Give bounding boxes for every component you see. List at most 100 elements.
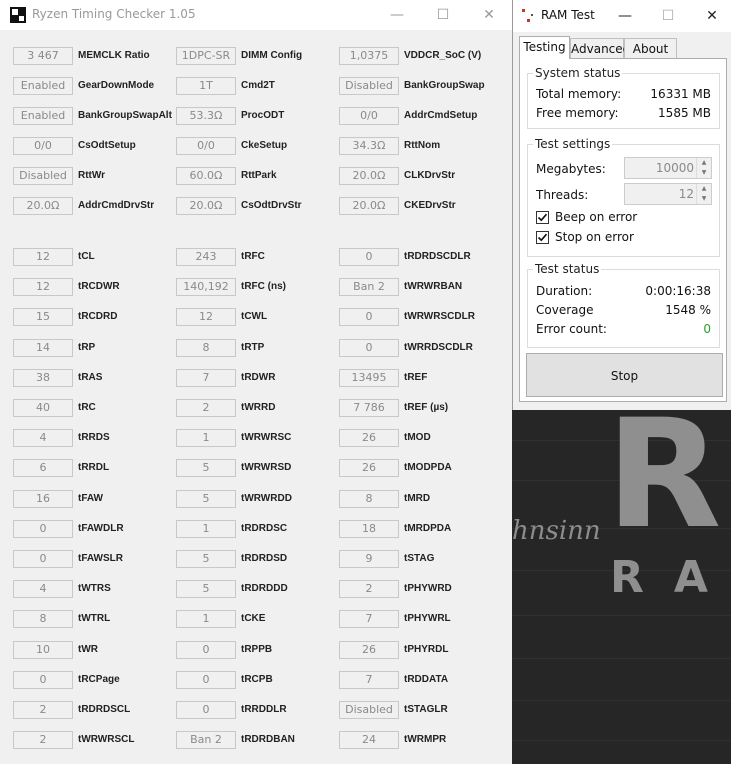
ram-test-app-icon (522, 9, 533, 22)
ram-test-window: RAM Test — ☐ ✕ Advanced About System sta… (512, 0, 731, 410)
timing-value-field: 0 (339, 308, 399, 326)
timing-value-field: 53.3Ω (176, 107, 236, 125)
timing-label: tRC (78, 402, 96, 413)
timing-label: tWTRL (78, 613, 111, 624)
error-count-label: Error count: (536, 322, 607, 336)
system-status-group: System status Total memory: 16331 MB Fre… (527, 66, 720, 129)
timing-value-field: 2 (339, 580, 399, 598)
wallpaper-ram-text: RAM (610, 552, 731, 603)
timing-label: tSTAG (404, 553, 435, 564)
timing-label: tWRWRSCL (78, 734, 135, 745)
timing-label: tWRWRSCDLR (404, 311, 475, 322)
timing-label: tCWL (241, 311, 268, 322)
timing-value-field: 243 (176, 248, 236, 266)
rtc-title: Ryzen Timing Checker 1.05 (32, 7, 196, 21)
timing-value-field: 15 (13, 308, 73, 326)
wallpaper-script-text: hnsinn (512, 516, 601, 546)
ryzen-timing-checker-window: Ryzen Timing Checker 1.05 — ☐ ✕ 3 467 MEM… (0, 0, 512, 764)
timing-value-field: 2 (13, 731, 73, 749)
timing-value-field: Enabled (13, 77, 73, 95)
timing-value-field: 13495 (339, 369, 399, 387)
timing-value-field: 8 (13, 610, 73, 628)
timing-value-field: 60.0Ω (176, 167, 236, 185)
stop-button[interactable]: Stop (526, 353, 723, 397)
total-memory-label: Total memory: (536, 87, 622, 101)
timing-value-field: 12 (13, 248, 73, 266)
megabytes-spinbox[interactable]: 10000 ▲ ▼ (624, 157, 712, 179)
timing-label: tRDRDBAN (241, 734, 295, 745)
megabytes-value: 10000 (655, 161, 694, 175)
timing-value-field: 4 (13, 429, 73, 447)
timing-value-field: 0/0 (339, 107, 399, 125)
ramtest-minimize-button[interactable]: — (605, 0, 645, 32)
timing-value-field: 0 (339, 339, 399, 357)
timing-label: AddrCmdSetup (404, 110, 478, 121)
timing-label: tWRRDSCDLR (404, 342, 473, 353)
timing-label: GearDownMode (78, 80, 155, 91)
timing-value-field: 5 (176, 580, 236, 598)
timing-label: tPHYRDL (404, 644, 449, 655)
timing-label: tRDWR (241, 372, 276, 383)
system-status-title: System status (533, 66, 623, 80)
timing-value-field: 1 (176, 520, 236, 538)
beep-on-error-label[interactable]: Beep on error (555, 210, 637, 224)
timing-label: CKEDrvStr (404, 200, 456, 211)
timing-value-field: 7 (339, 610, 399, 628)
timing-label: CsOdtDrvStr (241, 200, 302, 211)
timing-value-field: 0/0 (176, 137, 236, 155)
timing-label: tRRDS (78, 432, 110, 443)
timing-value-field: 20.0Ω (176, 197, 236, 215)
timing-value-field: 0/0 (13, 137, 73, 155)
threads-value: 12 (678, 187, 694, 201)
timing-value-field: 3 467 (13, 47, 73, 65)
timing-label: tPHYWRD (404, 583, 452, 594)
tab-testing[interactable]: Testing (519, 36, 570, 59)
timing-label: CkeSetup (241, 140, 288, 151)
rtc-close-button[interactable]: ✕ (466, 0, 512, 30)
timing-value-field: 1,0375 (339, 47, 399, 65)
timing-label: tRCPage (78, 674, 120, 685)
test-status-group: Test status Duration: 0:00:16:38 Coverag… (527, 262, 720, 348)
timing-value-field: 0 (13, 671, 73, 689)
coverage-value: 1548 % (665, 303, 711, 317)
timing-value-field: 20.0Ω (339, 197, 399, 215)
timing-value-field: 24 (339, 731, 399, 749)
timing-label: AddrCmdDrvStr (78, 200, 155, 211)
ramtest-maximize-button[interactable]: ☐ (648, 0, 688, 32)
timing-label: tWR (78, 644, 98, 655)
timing-label: tRDRDSD (241, 553, 288, 564)
timing-label: BankGroupSwap (404, 80, 485, 91)
rtc-maximize-button[interactable]: ☐ (420, 0, 466, 30)
timing-label: RttPark (241, 170, 277, 181)
tab-about[interactable]: About (624, 38, 677, 58)
rtc-minimize-button[interactable]: — (374, 0, 420, 30)
timing-label: DIMM Config (241, 50, 303, 61)
timing-label: tRDDATA (404, 674, 449, 685)
threads-spinbox[interactable]: 12 ▲ ▼ (624, 183, 712, 205)
timing-value-field: 7 (339, 671, 399, 689)
test-settings-group: Test settings Megabytes: 10000 ▲ ▼ Thread… (527, 137, 720, 257)
timing-label: RttWr (78, 170, 106, 181)
timing-value-field: 8 (339, 490, 399, 508)
stop-on-error-checkbox[interactable] (536, 231, 549, 244)
tab-advanced[interactable]: Advanced (570, 38, 630, 58)
rtc-app-icon (10, 7, 26, 23)
ramtest-close-button[interactable]: ✕ (692, 0, 731, 32)
beep-on-error-checkbox[interactable] (536, 211, 549, 224)
timing-label: tFAW (78, 493, 103, 504)
timing-value-field: 1DPC-SR (176, 47, 236, 65)
timing-label: tSTAGLR (404, 704, 448, 715)
timing-value-field: Ban 2 (176, 731, 236, 749)
stop-on-error-label[interactable]: Stop on error (555, 230, 634, 244)
timing-label: tWRWRBAN (404, 281, 463, 292)
threads-label: Threads: (536, 188, 589, 202)
timing-label: tMODPDA (404, 462, 452, 473)
timing-label: ProcODT (241, 110, 285, 121)
megabytes-spin-arrows-icon[interactable]: ▲ ▼ (696, 158, 711, 178)
timing-label: tFAWDLR (78, 523, 124, 534)
timing-label: tFAWSLR (78, 553, 123, 564)
threads-spin-arrows-icon[interactable]: ▲ ▼ (696, 184, 711, 204)
timing-value-field: 26 (339, 429, 399, 447)
timing-value-field: 18 (339, 520, 399, 538)
timing-label: tMRDPDA (404, 523, 452, 534)
